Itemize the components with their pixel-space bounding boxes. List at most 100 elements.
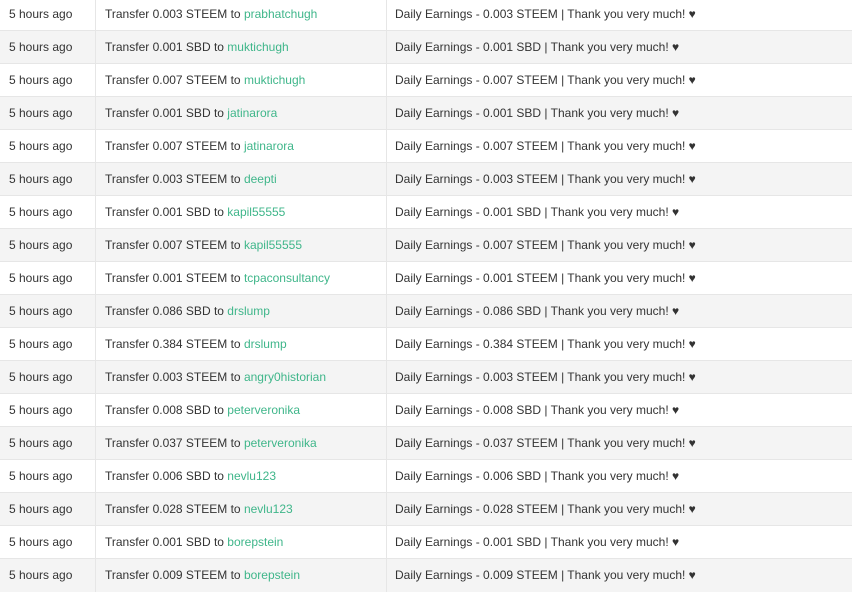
row-time: 5 hours ago [0,361,96,394]
row-time: 5 hours ago [0,262,96,295]
table-row: 5 hours ago Transfer 0.009 STEEM to bore… [0,559,852,592]
operation-text: Transfer 0.007 STEEM to [105,139,241,153]
table-row: 5 hours ago Transfer 0.003 STEEM to angr… [0,361,852,394]
table-row: 5 hours ago Transfer 0.384 STEEM to drsl… [0,328,852,361]
account-link[interactable]: muktichugh [227,40,288,54]
operation-text: Transfer 0.001 SBD to [105,535,224,549]
row-memo: Daily Earnings - 0.001 SBD | Thank you v… [387,31,852,64]
account-link[interactable]: drslump [227,304,270,318]
row-operation: Transfer 0.001 SBD to muktichugh [96,31,387,64]
row-operation: Transfer 0.008 SBD to peterveronika [96,394,387,427]
row-operation: Transfer 0.009 STEEM to borepstein [96,559,387,592]
row-memo: Daily Earnings - 0.001 SBD | Thank you v… [387,526,852,559]
row-operation: Transfer 0.028 STEEM to nevlu123 [96,493,387,526]
account-link[interactable]: borepstein [227,535,283,549]
row-memo: Daily Earnings - 0.001 SBD | Thank you v… [387,97,852,130]
operation-text: Transfer 0.037 STEEM to [105,436,241,450]
operation-text: Transfer 0.008 SBD to [105,403,224,417]
account-link[interactable]: peterveronika [227,403,300,417]
row-operation: Transfer 0.086 SBD to drslump [96,295,387,328]
row-time: 5 hours ago [0,559,96,592]
account-link[interactable]: angry0historian [244,370,326,384]
table-row: 5 hours ago Transfer 0.086 SBD to drslum… [0,295,852,328]
account-link[interactable]: jatinarora [244,139,294,153]
row-memo: Daily Earnings - 0.006 SBD | Thank you v… [387,460,852,493]
row-memo: Daily Earnings - 0.037 STEEM | Thank you… [387,427,852,460]
operation-text: Transfer 0.001 SBD to [105,40,224,54]
operation-text: Transfer 0.007 STEEM to [105,73,241,87]
row-operation: Transfer 0.003 STEEM to angry0historian [96,361,387,394]
row-memo: Daily Earnings - 0.009 STEEM | Thank you… [387,559,852,592]
row-memo: Daily Earnings - 0.001 STEEM | Thank you… [387,262,852,295]
account-link[interactable]: tcpaconsultancy [244,271,330,285]
row-operation: Transfer 0.006 SBD to nevlu123 [96,460,387,493]
table-row: 5 hours ago Transfer 0.007 STEEM to kapi… [0,229,852,262]
row-time: 5 hours ago [0,394,96,427]
account-link[interactable]: drslump [244,337,287,351]
table-row: 5 hours ago Transfer 0.001 SBD to muktic… [0,31,852,64]
transfer-history-table: 5 hours ago Transfer 0.003 STEEM to prab… [0,0,852,592]
operation-text: Transfer 0.003 STEEM to [105,172,241,186]
row-memo: Daily Earnings - 0.003 STEEM | Thank you… [387,163,852,196]
row-time: 5 hours ago [0,460,96,493]
row-time: 5 hours ago [0,526,96,559]
table-row: 5 hours ago Transfer 0.001 SBD to boreps… [0,526,852,559]
row-time: 5 hours ago [0,31,96,64]
account-link[interactable]: nevlu123 [227,469,276,483]
table-row: 5 hours ago Transfer 0.028 STEEM to nevl… [0,493,852,526]
table-row: 5 hours ago Transfer 0.003 STEEM to prab… [0,0,852,31]
row-operation: Transfer 0.007 STEEM to jatinarora [96,130,387,163]
row-operation: Transfer 0.003 STEEM to prabhatchugh [96,0,387,31]
row-time: 5 hours ago [0,493,96,526]
operation-text: Transfer 0.028 STEEM to [105,502,241,516]
account-link[interactable]: peterveronika [244,436,317,450]
row-time: 5 hours ago [0,64,96,97]
account-link[interactable]: jatinarora [227,106,277,120]
table-row: 5 hours ago Transfer 0.001 SBD to kapil5… [0,196,852,229]
operation-text: Transfer 0.001 SBD to [105,106,224,120]
account-link[interactable]: kapil55555 [227,205,285,219]
row-memo: Daily Earnings - 0.001 SBD | Thank you v… [387,196,852,229]
operation-text: Transfer 0.384 STEEM to [105,337,241,351]
row-memo: Daily Earnings - 0.086 SBD | Thank you v… [387,295,852,328]
account-link[interactable]: kapil55555 [244,238,302,252]
table-row: 5 hours ago Transfer 0.001 STEEM to tcpa… [0,262,852,295]
operation-text: Transfer 0.006 SBD to [105,469,224,483]
account-link[interactable]: borepstein [244,568,300,582]
row-memo: Daily Earnings - 0.008 SBD | Thank you v… [387,394,852,427]
account-link[interactable]: nevlu123 [244,502,293,516]
transfer-history-body: 5 hours ago Transfer 0.003 STEEM to prab… [0,0,852,592]
operation-text: Transfer 0.001 STEEM to [105,271,241,285]
row-memo: Daily Earnings - 0.003 STEEM | Thank you… [387,0,852,31]
row-memo: Daily Earnings - 0.028 STEEM | Thank you… [387,493,852,526]
row-operation: Transfer 0.003 STEEM to deepti [96,163,387,196]
operation-text: Transfer 0.003 STEEM to [105,370,241,384]
account-link[interactable]: prabhatchugh [244,7,317,21]
operation-text: Transfer 0.009 STEEM to [105,568,241,582]
row-operation: Transfer 0.001 SBD to kapil55555 [96,196,387,229]
row-operation: Transfer 0.007 STEEM to kapil55555 [96,229,387,262]
row-operation: Transfer 0.001 SBD to jatinarora [96,97,387,130]
table-row: 5 hours ago Transfer 0.037 STEEM to pete… [0,427,852,460]
row-time: 5 hours ago [0,229,96,262]
table-row: 5 hours ago Transfer 0.006 SBD to nevlu1… [0,460,852,493]
row-time: 5 hours ago [0,0,96,31]
table-row: 5 hours ago Transfer 0.001 SBD to jatina… [0,97,852,130]
row-memo: Daily Earnings - 0.007 STEEM | Thank you… [387,130,852,163]
row-operation: Transfer 0.037 STEEM to peterveronika [96,427,387,460]
row-time: 5 hours ago [0,163,96,196]
table-row: 5 hours ago Transfer 0.007 STEEM to jati… [0,130,852,163]
account-link[interactable]: muktichugh [244,73,305,87]
row-memo: Daily Earnings - 0.384 STEEM | Thank you… [387,328,852,361]
row-time: 5 hours ago [0,196,96,229]
operation-text: Transfer 0.007 STEEM to [105,238,241,252]
row-memo: Daily Earnings - 0.007 STEEM | Thank you… [387,64,852,97]
row-time: 5 hours ago [0,295,96,328]
row-memo: Daily Earnings - 0.007 STEEM | Thank you… [387,229,852,262]
operation-text: Transfer 0.001 SBD to [105,205,224,219]
operation-text: Transfer 0.003 STEEM to [105,7,241,21]
row-operation: Transfer 0.001 STEEM to tcpaconsultancy [96,262,387,295]
account-link[interactable]: deepti [244,172,277,186]
row-memo: Daily Earnings - 0.003 STEEM | Thank you… [387,361,852,394]
table-row: 5 hours ago Transfer 0.007 STEEM to mukt… [0,64,852,97]
